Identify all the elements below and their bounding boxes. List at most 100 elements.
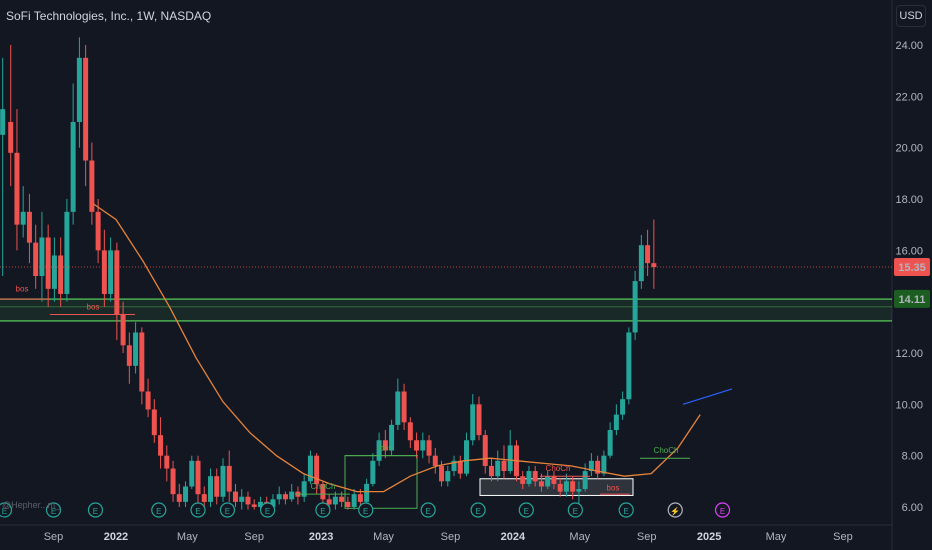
x-tick-label: Sep bbox=[637, 531, 657, 543]
candle-body bbox=[51, 255, 57, 289]
watermark: @Hepher...m_ bbox=[2, 500, 61, 510]
structure-label: bos bbox=[380, 444, 393, 453]
structure-label: bos bbox=[16, 284, 29, 293]
candle-body bbox=[64, 211, 70, 294]
price-chart[interactable]: bos bos ChoCh bos ChoCh ChoCh bos 24.00 22.00 20.… bbox=[0, 0, 932, 550]
candle-body bbox=[239, 496, 245, 502]
candle-body bbox=[95, 211, 101, 251]
candle-body bbox=[326, 499, 332, 505]
candle-body bbox=[445, 471, 451, 482]
candle-body bbox=[201, 494, 207, 502]
earnings-label: E bbox=[265, 507, 270, 516]
earnings-label: ⚡ bbox=[670, 506, 680, 516]
x-tick-label: May bbox=[569, 531, 590, 543]
candle-body bbox=[164, 455, 170, 469]
candle-body bbox=[226, 465, 232, 492]
candle-body bbox=[563, 481, 569, 492]
x-tick-label: May bbox=[177, 531, 198, 543]
candle-body bbox=[151, 409, 157, 436]
candle-body bbox=[507, 445, 513, 472]
candle-body bbox=[133, 332, 139, 366]
structure-label: bos bbox=[87, 302, 100, 311]
candle-body bbox=[276, 494, 282, 500]
candle-body bbox=[45, 237, 51, 289]
level-price-label: 14.11 bbox=[899, 294, 926, 306]
candle-body bbox=[339, 496, 345, 502]
candle-body bbox=[26, 211, 32, 243]
candle-body bbox=[532, 471, 538, 482]
candle-body bbox=[601, 455, 607, 474]
earnings-label: E bbox=[363, 507, 368, 516]
candle-body bbox=[626, 332, 632, 400]
candle-body bbox=[251, 504, 257, 507]
candle-body bbox=[613, 414, 619, 430]
y-tick-label: 22.00 bbox=[895, 91, 923, 103]
earnings-label: E bbox=[425, 507, 430, 516]
candle-body bbox=[20, 211, 26, 225]
candle-body bbox=[526, 471, 532, 484]
candle-body bbox=[607, 430, 613, 456]
candle-body bbox=[520, 476, 526, 484]
structure-label: ChoCh bbox=[311, 482, 336, 491]
candle-body bbox=[620, 399, 626, 415]
candle-body bbox=[101, 250, 107, 294]
currency-button[interactable]: USD bbox=[896, 5, 926, 27]
candle-body bbox=[570, 481, 576, 492]
candle-body bbox=[582, 471, 588, 490]
candle-body bbox=[282, 494, 288, 500]
candle-body bbox=[126, 345, 132, 366]
earnings-label: E bbox=[93, 507, 98, 516]
earnings-label: E bbox=[156, 507, 161, 516]
candle-body bbox=[414, 440, 420, 451]
y-tick-label: 8.00 bbox=[902, 451, 923, 463]
x-tick-label: 2025 bbox=[697, 531, 721, 543]
candle-body bbox=[183, 486, 189, 502]
structure-label: ChoCh bbox=[546, 464, 571, 473]
candle-body bbox=[651, 263, 657, 268]
candle-body bbox=[470, 404, 476, 441]
candle-body bbox=[76, 57, 82, 123]
candle-body bbox=[357, 494, 363, 502]
earnings-label: E bbox=[475, 507, 480, 516]
candle-body bbox=[364, 483, 370, 502]
y-tick-label: 24.00 bbox=[895, 40, 923, 52]
earnings-label: E bbox=[720, 507, 725, 516]
candle-body bbox=[401, 391, 407, 423]
candle-body bbox=[39, 237, 45, 276]
candle-body bbox=[420, 440, 426, 451]
candle-body bbox=[83, 57, 89, 161]
candle-body bbox=[432, 455, 438, 466]
structure-label: ChoCh bbox=[654, 446, 679, 455]
candle-body bbox=[232, 491, 238, 502]
candle-body bbox=[576, 489, 582, 492]
y-tick-label: 18.00 bbox=[895, 194, 923, 206]
y-tick-label: 6.00 bbox=[902, 502, 923, 514]
earnings-label: E bbox=[524, 507, 529, 516]
candle-body bbox=[645, 245, 651, 264]
candle-body bbox=[395, 391, 401, 425]
candle-body bbox=[426, 440, 432, 456]
last-price-label: 15.35 bbox=[898, 262, 926, 274]
candle-body bbox=[545, 476, 551, 487]
structure-label: bos bbox=[607, 483, 620, 492]
candle-body bbox=[407, 422, 413, 441]
x-tick-label: 2023 bbox=[309, 531, 333, 543]
candle-body bbox=[476, 404, 482, 436]
x-tick-label: Sep bbox=[44, 531, 64, 543]
candle-body bbox=[289, 491, 295, 500]
candle-body bbox=[495, 460, 501, 477]
candle-body bbox=[120, 314, 126, 346]
earnings-label: E bbox=[195, 507, 200, 516]
candle-body bbox=[0, 109, 6, 135]
candle-body bbox=[488, 465, 494, 477]
candle-body bbox=[214, 476, 220, 497]
candle-body bbox=[14, 152, 20, 225]
candle-body bbox=[464, 440, 470, 474]
candle-body bbox=[108, 250, 114, 294]
candle-body bbox=[158, 435, 164, 456]
candle-body bbox=[482, 435, 488, 466]
earnings-label: E bbox=[320, 507, 325, 516]
candle-body bbox=[439, 465, 445, 482]
candle-body bbox=[345, 501, 351, 507]
candle-body bbox=[70, 122, 76, 212]
